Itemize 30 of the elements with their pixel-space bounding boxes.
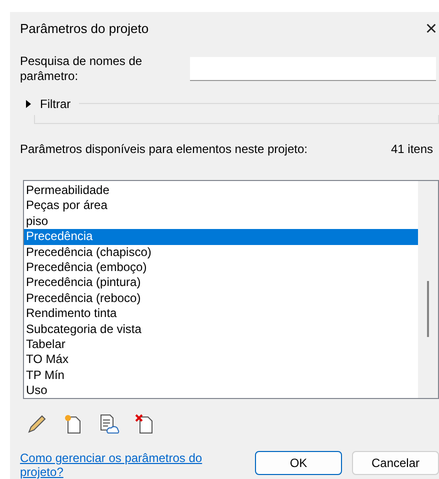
help-link[interactable]: Como gerenciar os parâmetros do projeto? [20,451,230,479]
list-item[interactable]: Precedência (reboco) [24,290,418,306]
dialog-button[interactable]: OK [255,451,342,475]
search-field[interactable] [190,56,436,81]
available-label: Parâmetros disponíveis para elementos neste projeto: [20,142,308,156]
list-item[interactable]: Precedência (pintura) [24,275,418,291]
cloud-button[interactable] [98,413,120,435]
item-count: 41 itens [390,142,433,156]
list-item[interactable]: Rendimento tinta [24,306,418,322]
list-item[interactable]: Precedência [24,229,418,245]
close-button[interactable]: × [421,18,439,39]
filter-label: Filtrar [40,96,71,111]
list-item[interactable]: Precedência (emboço) [24,260,418,276]
list-item[interactable]: Peças por área [24,198,418,214]
list-item[interactable]: Tabelar [24,336,418,352]
caret-icon [24,100,32,108]
search-label: Pesquisa de nomes de parâmetro: [20,54,144,84]
edit-button[interactable] [26,413,48,435]
window-title: Parâmetros do projeto [20,21,149,36]
list-item[interactable]: Precedência (chapisco) [24,244,418,260]
list-item[interactable]: piso [24,214,418,230]
dialog-button[interactable]: Cancelar [352,451,439,475]
pencil-icon [26,413,48,435]
list-item[interactable]: Uso [24,383,418,398]
list-item[interactable]: TP Mín [24,368,418,384]
list-item[interactable]: TO Máx [24,352,418,368]
list-item[interactable]: Permeabilidade [24,183,418,198]
list-item[interactable]: Subcategoria de vista [24,322,418,337]
scrollbar-thumb[interactable] [427,281,429,337]
document-cloud-icon [98,413,120,435]
